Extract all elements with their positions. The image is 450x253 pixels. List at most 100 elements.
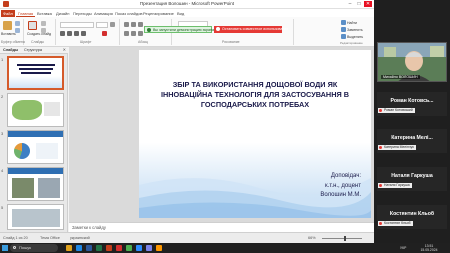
taskbar-search[interactable]: Пошук (10, 244, 58, 252)
paste-icon[interactable] (3, 21, 12, 30)
screen: Презентация Волошин - Microsoft PowerPoi… (0, 0, 450, 253)
participant-tile[interactable]: Костянтин Кльоб Костянтин Кльоб (377, 205, 447, 229)
edge-icon[interactable] (76, 245, 82, 251)
align-right-icon[interactable] (138, 31, 143, 36)
layout-icon[interactable] (41, 21, 46, 26)
tab-animations[interactable]: Анимация (92, 10, 115, 17)
ribbon-tabs: Файл Главная Вставка Дизайн Переходы Ани… (0, 9, 374, 17)
speaker-heading: Доповідач: (330, 173, 361, 179)
select-icon[interactable] (341, 34, 346, 39)
tab-home[interactable]: Главная (16, 10, 36, 17)
current-slide[interactable]: ЗБІР ТА ВИКОРИСТАННЯ ДОЩОВОЇ ВОДИ ЯК ІНН… (139, 50, 371, 218)
minimize-button[interactable]: – (346, 1, 354, 7)
tab-outline[interactable]: Структура (24, 48, 42, 52)
find-icon[interactable] (341, 20, 346, 25)
legend-block (44, 102, 60, 116)
text-block (36, 143, 58, 159)
tab-insert[interactable]: Вставка (35, 10, 54, 17)
editing-group: Найти Заменить Выделить Редактирование (340, 19, 374, 45)
new-slide-icon[interactable] (28, 21, 37, 30)
font-color-icon[interactable] (102, 31, 107, 36)
paste-label[interactable]: Вставить (1, 32, 16, 36)
slide-thumbnail-1[interactable] (7, 56, 64, 90)
participant-label: Костянтин Кльоб (378, 221, 413, 226)
participant-tile[interactable]: Катерина Мелі... Катерина Мелінчук (377, 129, 447, 153)
language-indicator[interactable]: УКР (400, 246, 406, 250)
slide-thumbnail-3[interactable] (7, 130, 64, 164)
grow-font-icon[interactable] (110, 22, 115, 27)
font-size-select[interactable] (96, 22, 108, 28)
copy-icon[interactable] (15, 28, 20, 33)
participant-name: Костянтин Кльоб (389, 211, 435, 217)
powerpoint-icon[interactable] (106, 245, 112, 251)
taskbar: Пошук УКР 13:51 15.05.2024 (0, 243, 450, 253)
italic-icon[interactable] (67, 31, 72, 36)
tab-transitions[interactable]: Переходы (71, 10, 94, 17)
slide-thumbnail-5[interactable] (7, 204, 64, 230)
participant-tile[interactable]: Роман Котовсь... Роман Котовський (377, 92, 447, 116)
slide-title[interactable]: ЗБІР ТА ВИКОРИСТАННЯ ДОЩОВОЇ ВОДИ ЯК ІНН… (157, 80, 353, 110)
powerpoint-window: Презентация Волошин - Microsoft PowerPoi… (0, 0, 374, 243)
editing-group-label: Редактирование (340, 41, 363, 45)
map-image (12, 100, 42, 120)
font-name-select[interactable] (60, 22, 94, 28)
participant-tile[interactable]: Наталя Гаркуша Наталя Гаркуша (377, 167, 447, 191)
tab-slides[interactable]: Слайды (3, 48, 18, 52)
slide-thumbnail-2[interactable] (7, 93, 64, 127)
excel-icon[interactable] (96, 245, 102, 251)
close-pane-icon[interactable]: ✕ (63, 47, 66, 52)
tab-slideshow[interactable]: Показ слайдов (113, 10, 145, 17)
maximize-button[interactable]: □ (355, 1, 363, 7)
header-band (8, 131, 63, 137)
close-button[interactable]: ✕ (364, 1, 372, 7)
numbering-icon[interactable] (131, 22, 136, 27)
speaker-block[interactable]: Доповідач: к.т.н., доцент Волошин М.М. (320, 172, 361, 201)
language-status[interactable]: украинский (70, 236, 90, 240)
reset-icon[interactable] (41, 28, 46, 33)
bullets-icon[interactable] (124, 22, 129, 27)
select-label[interactable]: Выделить (347, 35, 363, 39)
replace-label[interactable]: Заменить (347, 28, 363, 32)
tab-file[interactable]: Файл (1, 10, 15, 17)
word-icon[interactable] (86, 245, 92, 251)
underline-icon[interactable] (74, 31, 79, 36)
meeting-panel: Михайло ВОЛОШИН Роман Котовсь... Роман К… (374, 0, 450, 243)
replace-icon[interactable] (341, 27, 346, 32)
zoom-level[interactable]: 66% (308, 236, 316, 240)
cut-icon[interactable] (15, 21, 20, 26)
slide-canvas: ЗБІР ТА ВИКОРИСТАННЯ ДОЩОВОЇ ВОДИ ЯК ІНН… (69, 47, 374, 222)
align-center-icon[interactable] (131, 31, 136, 36)
notes-pane[interactable]: Заметки к слайду (69, 222, 374, 232)
search-placeholder: Пошук (19, 245, 32, 250)
start-button[interactable] (2, 245, 8, 251)
clock[interactable]: 13:51 15.05.2024 (418, 244, 440, 252)
stop-sharing-button[interactable]: Остановить совместное использование (214, 26, 288, 33)
search-icon (13, 246, 16, 249)
bold-icon[interactable] (60, 31, 65, 36)
status-bar: Слайд 1 из 20 Тема Office украинский 66% (0, 232, 374, 243)
chrome-icon[interactable] (126, 245, 132, 251)
zoom-icon[interactable] (136, 245, 142, 251)
sharing-text: Вы запустили демонстрацию экрана (153, 28, 215, 32)
slide-thumbnail-4[interactable] (7, 167, 64, 201)
header-band (8, 168, 63, 174)
window-title: Презентация Волошин - Microsoft PowerPoi… (139, 1, 235, 6)
self-video-tile[interactable]: Михайло ВОЛОШИН (377, 42, 447, 82)
align-left-icon[interactable] (124, 31, 129, 36)
app-icon[interactable] (156, 245, 162, 251)
teams-icon[interactable] (146, 245, 152, 251)
zoom-slider[interactable] (322, 236, 362, 241)
indent-icon[interactable] (138, 22, 143, 27)
acrobat-icon[interactable] (116, 245, 122, 251)
zoom-slider-thumb[interactable] (344, 236, 346, 241)
file-explorer-icon[interactable] (66, 245, 72, 251)
tab-view[interactable]: Вид (175, 10, 186, 17)
strikethrough-icon[interactable] (81, 31, 86, 36)
stop-sharing-text: Остановить совместное использование (222, 27, 289, 31)
sharing-indicator: Вы запустили демонстрацию экрана (144, 26, 215, 33)
tab-review[interactable]: Рецензирование (141, 10, 176, 17)
participant-label: Наталя Гаркуша (378, 183, 412, 188)
tab-design[interactable]: Дизайн (54, 10, 71, 17)
find-label[interactable]: Найти (347, 21, 357, 25)
new-slide-label[interactable]: Создать слайд (27, 32, 51, 36)
